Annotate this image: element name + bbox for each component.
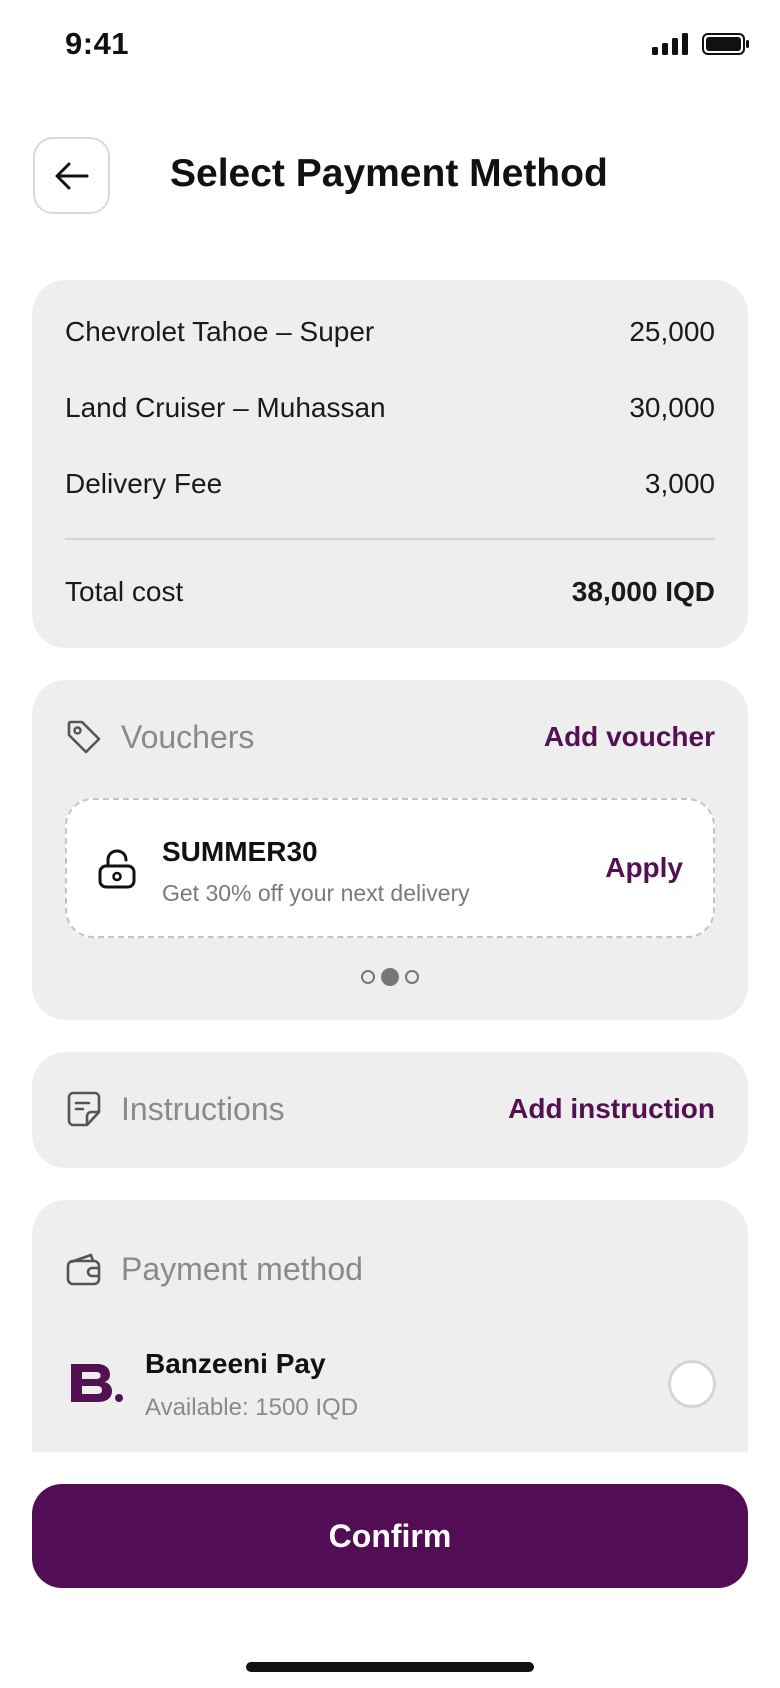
payment-option-balance: Available: 1500 IQD [145,1394,359,1421]
summary-item-value: 25,000 [629,316,715,347]
payment-title: Payment method [121,1250,363,1287]
total-label: Total cost [65,576,184,607]
status-bar: 9:41 [0,0,780,96]
back-button[interactable] [33,137,110,214]
home-indicator [246,1662,534,1672]
summary-row: Chevrolet Tahoe – Super 25,000 [65,316,715,348]
tag-icon [65,718,103,756]
wallet-icon [65,1250,103,1288]
battery-icon [702,33,749,55]
lock-icon [98,849,136,889]
pager-dot-active[interactable] [381,968,399,986]
confirm-button[interactable]: Confirm [32,1484,748,1588]
add-voucher-button[interactable]: Add voucher [544,721,715,753]
instructions-title: Instructions [121,1090,285,1127]
summary-item-label: Chevrolet Tahoe – Super [65,316,375,347]
vouchers-header: Vouchers Add voucher [65,718,715,756]
payment-header: Payment method [65,1250,715,1288]
apply-voucher-button[interactable]: Apply [605,852,683,884]
pager-dot[interactable] [405,970,419,984]
order-summary-card: Chevrolet Tahoe – Super 25,000 Land Crui… [32,280,748,648]
summary-item-value: 30,000 [629,392,715,423]
payment-option-radio[interactable] [668,1360,716,1408]
banzeeni-logo [71,1364,123,1402]
vouchers-title: Vouchers [121,718,255,755]
note-icon [65,1090,103,1128]
instructions-header: Instructions Add instruction [65,1090,715,1128]
pager-dot[interactable] [361,970,375,984]
summary-row: Land Cruiser – Muhassan 30,000 [65,392,715,424]
cellular-signal-icon [652,33,688,55]
summary-item-label: Delivery Fee [65,468,223,499]
summary-item-value: 3,000 [644,468,715,499]
status-time: 9:41 [65,26,130,61]
voucher-card: SUMMER30 Get 30% off your next delivery … [65,798,715,938]
voucher-code: SUMMER30 [162,836,318,867]
arrow-left-icon [55,162,88,189]
total-row: Total cost 38,000 IQD [65,576,715,608]
voucher-description: Get 30% off your next delivery [162,880,470,906]
total-value: 38,000 IQD [571,576,715,607]
summary-divider [65,538,715,540]
payment-option-name: Banzeeni Pay [145,1348,326,1379]
instructions-card: Instructions Add instruction [32,1052,748,1168]
voucher-pager [32,968,748,986]
summary-item-label: Land Cruiser – Muhassan [65,392,386,423]
bottom-action-bar: Confirm [0,1452,780,1688]
page-title: Select Payment Method [170,152,608,195]
add-instruction-button[interactable]: Add instruction [508,1093,715,1125]
summary-row: Delivery Fee 3,000 [65,468,715,500]
vouchers-card: Vouchers Add voucher SUMMER30 Get 30% of… [32,680,748,1020]
